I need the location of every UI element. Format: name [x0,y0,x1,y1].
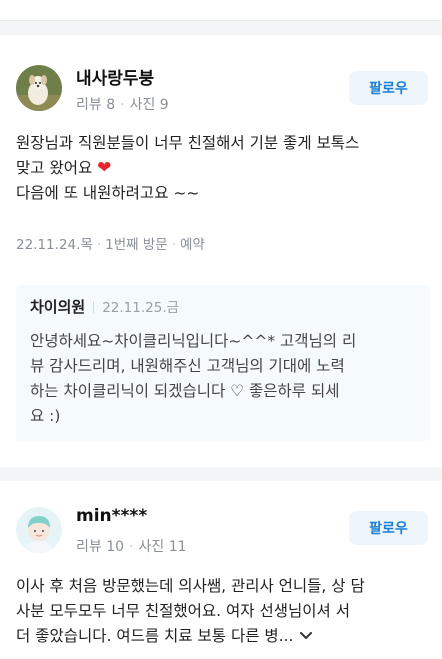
photo-count: 사진 9 [129,97,169,113]
review-text-line: 이사 후 처음 방문했는데 의사쌤, 관리사 언니들, 상 담 [16,577,365,595]
review-card: 내사랑두붕 리뷰 8 · 사진 9 팔로우 원장님과 직원분들이 너무 친절해서 기… [0,35,442,467]
reply-date: 22.11.25.금 [102,300,180,316]
default-avatar-image [16,507,62,553]
reply-text: 안녕하세요~차이클리닉입니다~^^* 고객님의 리 뷰 감사드리며, 내원해주신… [30,329,416,429]
owner-reply: 차이의원 22.11.25.금 안녕하세요~차이클리닉입니다~^^* 고객님의 리… [16,285,430,441]
meta-separator: · [171,237,176,253]
review-count: 리뷰 8 [76,97,116,113]
username[interactable]: 내사랑두붕 [76,64,154,89]
photo-count: 사진 11 [138,539,187,555]
chevron-down-icon[interactable] [299,624,313,649]
visit-type: 예약 [180,237,205,253]
review-text-line: 사분 모두모두 너무 친절했어요. 여자 선생님이셔 서 [16,602,350,620]
username[interactable]: min**** [76,506,147,526]
heart-icon: ❤ [97,158,112,178]
previous-review-card [0,0,442,21]
visit-count: 1번째 방문 [105,237,168,253]
review-text: 이사 후 처음 방문했는데 의사쌤, 관리사 언니들, 상 담 사분 모두모두 … [16,574,430,649]
section-divider [0,21,442,35]
review-text-line[interactable]: 더 좋았습니다. 여드름 치료 보통 다른 병... [16,624,430,649]
review-text-line: 맞고 왔어요 ❤ [16,158,112,178]
reply-divider [93,301,95,313]
reply-text-line: 안녕하세요~차이클리닉입니다~^^* 고객님의 리 [30,332,357,350]
meta-separator: · [96,237,102,253]
review-text-line: 다음에 또 내원하려고요 ~~ [16,184,200,202]
user-stats: 리뷰 8 · 사진 9 [76,94,169,114]
follow-button[interactable]: 팔로우 [349,71,428,105]
user-stats: 리뷰 10 · 사진 11 [76,536,187,556]
user-avatar[interactable] [16,65,62,111]
meta-separator: · [120,97,125,113]
review-text-line: 원장님과 직원분들이 너무 친절해서 기분 좋게 보톡스 [16,134,360,152]
visit-date: 22.11.24.목 [16,237,93,253]
follow-button[interactable]: 팔로우 [349,511,428,545]
reply-header: 차이의원 22.11.25.금 [30,296,179,317]
review-card: min**** 리뷰 10 · 사진 11 팔로우 이사 후 처음 방문했는데 의사… [0,481,442,659]
review-text: 원장님과 직원분들이 너무 친절해서 기분 좋게 보톡스 맞고 왔어요 ❤ 다음… [16,131,430,206]
review-count: 리뷰 10 [76,539,125,555]
user-avatar[interactable] [16,507,62,553]
visit-info: 22.11.24.목 · 1번째 방문 · 예약 [16,233,205,253]
dog-avatar-image [16,65,62,111]
reply-text-line: 하는 차이클리닉이 되겠습니다 ♡ 좋은하루 되세 [30,382,340,400]
meta-separator: · [129,539,134,555]
reply-text-line: 뷰 감사드리며, 내원해주신 고객님의 기대에 노력 [30,357,345,375]
reply-author: 차이의원 [30,298,86,316]
section-divider [0,467,442,481]
reply-text-line: 요 :) [30,407,61,425]
